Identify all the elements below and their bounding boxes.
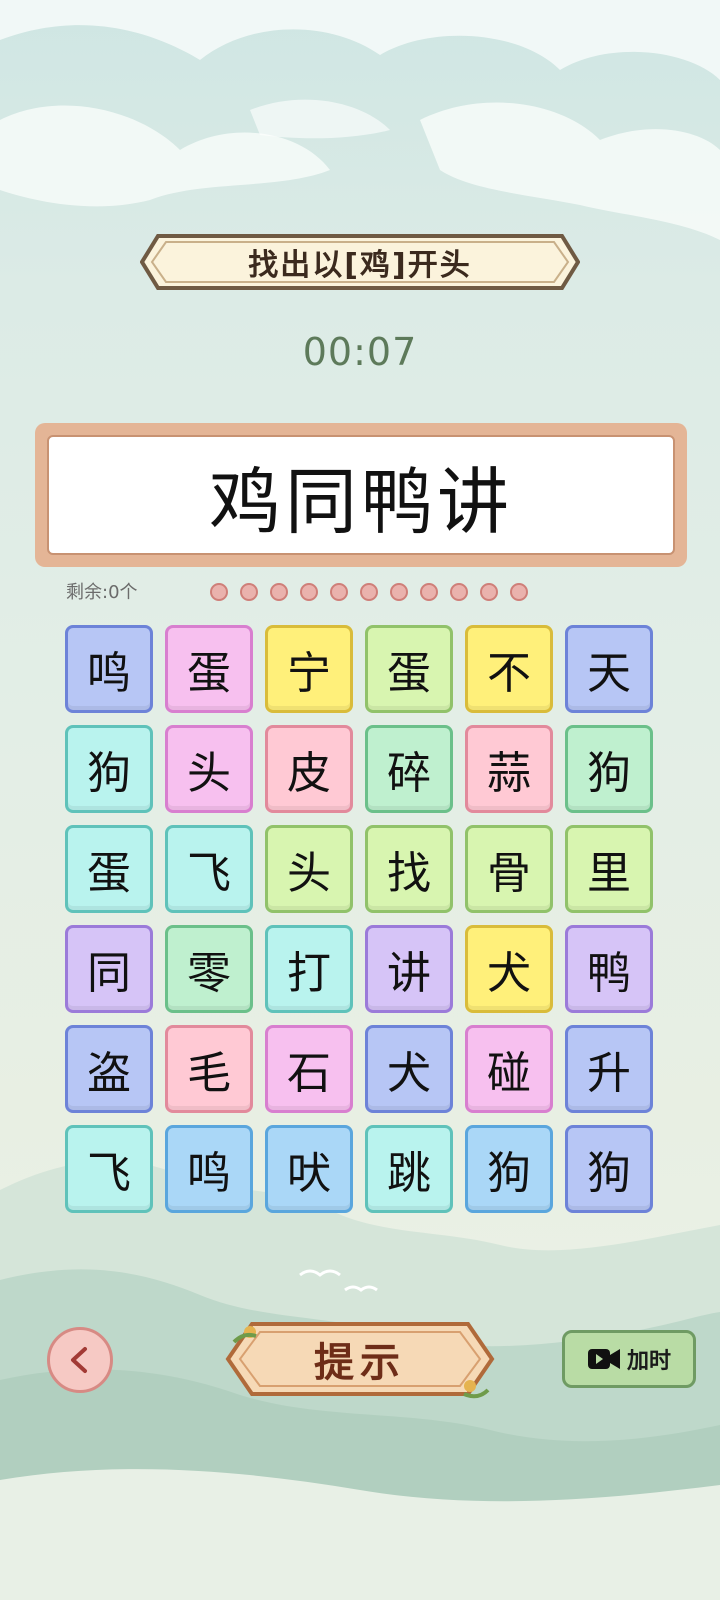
character-tile[interactable]: 飞 (65, 1125, 153, 1213)
progress-dot (330, 583, 348, 601)
character-tile[interactable]: 骨 (465, 825, 553, 913)
character-tile[interactable]: 蒜 (465, 725, 553, 813)
back-button[interactable] (47, 1327, 113, 1393)
character-tile[interactable]: 天 (565, 625, 653, 713)
progress-dot (450, 583, 468, 601)
character-tile[interactable]: 狗 (565, 1125, 653, 1213)
character-tile[interactable]: 盗 (65, 1025, 153, 1113)
character-tile[interactable]: 同 (65, 925, 153, 1013)
answer-panel: 鸡同鸭讲 (35, 423, 687, 567)
add-time-button[interactable]: 加时 (562, 1330, 696, 1388)
character-tile[interactable]: 皮 (265, 725, 353, 813)
character-tile[interactable]: 蛋 (365, 625, 453, 713)
chevron-left-icon (71, 1347, 87, 1373)
progress-dot (240, 583, 258, 601)
character-tile[interactable]: 鸣 (165, 1125, 253, 1213)
hint-button[interactable]: 提示 (222, 1314, 498, 1404)
character-tile[interactable]: 打 (265, 925, 353, 1013)
progress-dot (270, 583, 288, 601)
character-tile[interactable]: 蛋 (65, 825, 153, 913)
character-tile[interactable]: 鸣 (65, 625, 153, 713)
progress-dot (360, 583, 378, 601)
character-tile[interactable]: 毛 (165, 1025, 253, 1113)
title-banner: 找出以[鸡]开头 (140, 232, 580, 292)
character-tile[interactable]: 升 (565, 1025, 653, 1113)
character-grid: 鸣蛋宁蛋不天狗头皮碎蒜狗蛋飞头找骨里同零打讲犬鸭盗毛石犬碰升飞鸣吠跳狗狗 (65, 625, 653, 1213)
character-tile[interactable]: 鸭 (565, 925, 653, 1013)
character-tile[interactable]: 头 (265, 825, 353, 913)
answer-idiom: 鸡同鸭讲 (208, 459, 513, 544)
video-camera-icon (587, 1349, 620, 1369)
character-tile[interactable]: 跳 (365, 1125, 453, 1213)
character-tile[interactable]: 碰 (465, 1025, 553, 1113)
character-tile[interactable]: 犬 (365, 1025, 453, 1113)
character-tile[interactable]: 宁 (265, 625, 353, 713)
progress-dot (210, 583, 228, 601)
character-tile[interactable]: 蛋 (165, 625, 253, 713)
answer-box: 鸡同鸭讲 (47, 435, 675, 555)
add-time-label: 加时 (626, 1349, 671, 1374)
progress-dots (210, 583, 528, 601)
character-tile[interactable]: 找 (365, 825, 453, 913)
character-tile[interactable]: 里 (565, 825, 653, 913)
character-tile[interactable]: 吠 (265, 1125, 353, 1213)
progress-dot (420, 583, 438, 601)
character-tile[interactable]: 讲 (365, 925, 453, 1013)
countdown-timer: 00:07 (302, 330, 418, 374)
character-tile[interactable]: 狗 (65, 725, 153, 813)
character-tile[interactable]: 狗 (465, 1125, 553, 1213)
character-tile[interactable]: 头 (165, 725, 253, 813)
hint-label: 提示 (314, 1339, 406, 1386)
progress-dot (510, 583, 528, 601)
character-tile[interactable]: 石 (265, 1025, 353, 1113)
character-tile[interactable]: 犬 (465, 925, 553, 1013)
progress-dot (480, 583, 498, 601)
character-tile[interactable]: 狗 (565, 725, 653, 813)
progress-dot (300, 583, 318, 601)
level-title: 找出以[鸡]开头 (248, 248, 472, 283)
character-tile[interactable]: 碎 (365, 725, 453, 813)
remaining-count: 剩余:0个 (66, 582, 138, 603)
character-tile[interactable]: 零 (165, 925, 253, 1013)
progress-dot (390, 583, 408, 601)
character-tile[interactable]: 飞 (165, 825, 253, 913)
character-tile[interactable]: 不 (465, 625, 553, 713)
